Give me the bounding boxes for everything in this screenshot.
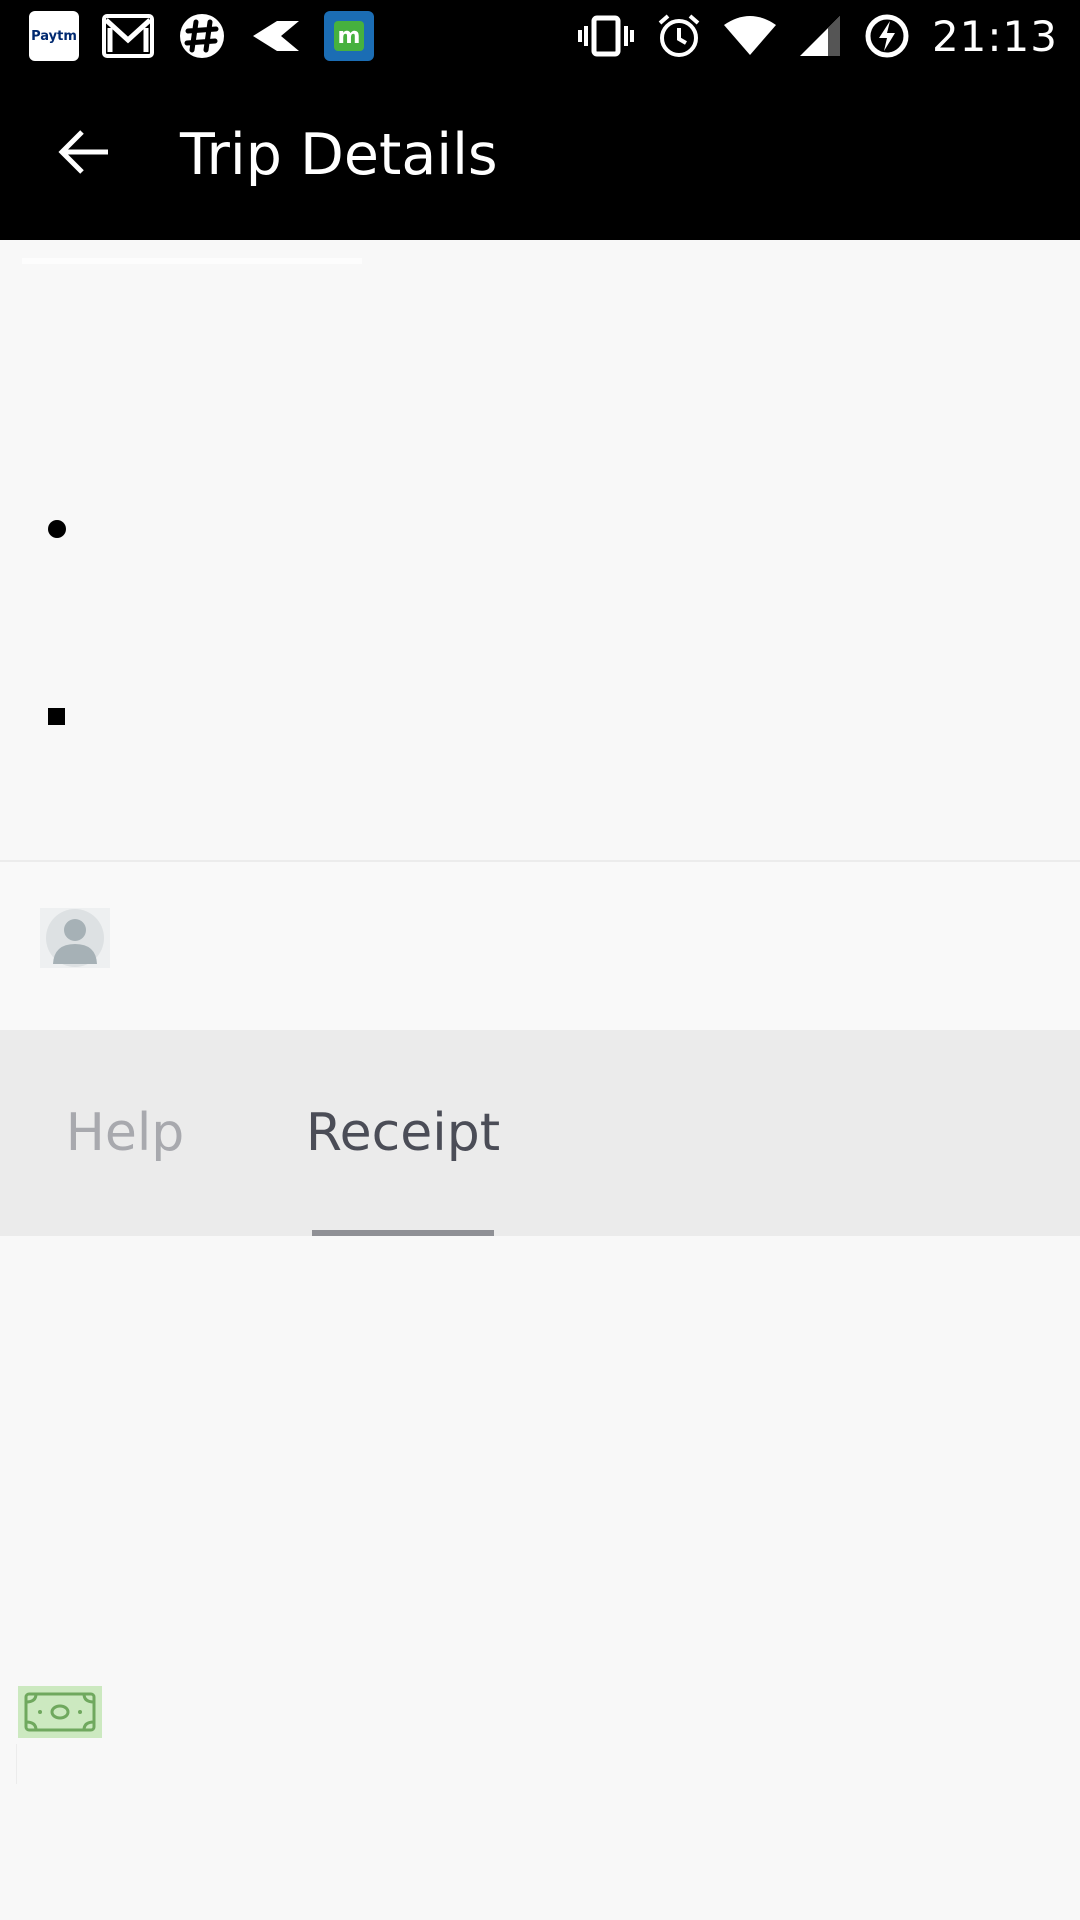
magicpin-icon: m [324, 11, 374, 61]
tab-bar: Help Receipt [0, 1030, 1080, 1236]
receipt-content [0, 1236, 1080, 1920]
page-title: Trip Details [180, 122, 498, 188]
header-strip [22, 258, 362, 264]
battery-charging-icon [865, 14, 909, 58]
status-time: 21:13 [931, 11, 1058, 61]
arrow-back-icon [58, 130, 108, 174]
wifi-icon [723, 16, 776, 55]
notification-icons: Paytm m [28, 10, 374, 62]
pickup-marker-icon [48, 520, 66, 538]
tab-help[interactable]: Help [60, 1030, 190, 1236]
kite-icon [250, 10, 302, 62]
avatar [40, 908, 110, 968]
tab-receipt[interactable]: Receipt [306, 1030, 500, 1236]
alarm-icon [658, 14, 700, 57]
back-button[interactable] [44, 112, 124, 192]
vibrate-icon [577, 15, 634, 57]
divider [16, 1744, 17, 1784]
status-bar: Paytm m 21:13 [0, 0, 1080, 72]
cash-icon [18, 1686, 102, 1738]
magicpin-icon-label: m [334, 21, 364, 51]
toolbar: Trip Details [0, 72, 1080, 240]
system-icons: 21:13 [577, 10, 1058, 62]
dropoff-marker-icon [48, 708, 65, 725]
driver-row [0, 862, 1080, 1030]
person-icon [40, 908, 110, 968]
paytm-icon-label: Paytm [29, 11, 79, 61]
trip-route-section [0, 240, 1080, 860]
slack-icon [176, 10, 228, 62]
cell-signal-icon [799, 16, 840, 56]
paytm-icon: Paytm [28, 10, 80, 62]
gmail-icon [102, 10, 154, 62]
